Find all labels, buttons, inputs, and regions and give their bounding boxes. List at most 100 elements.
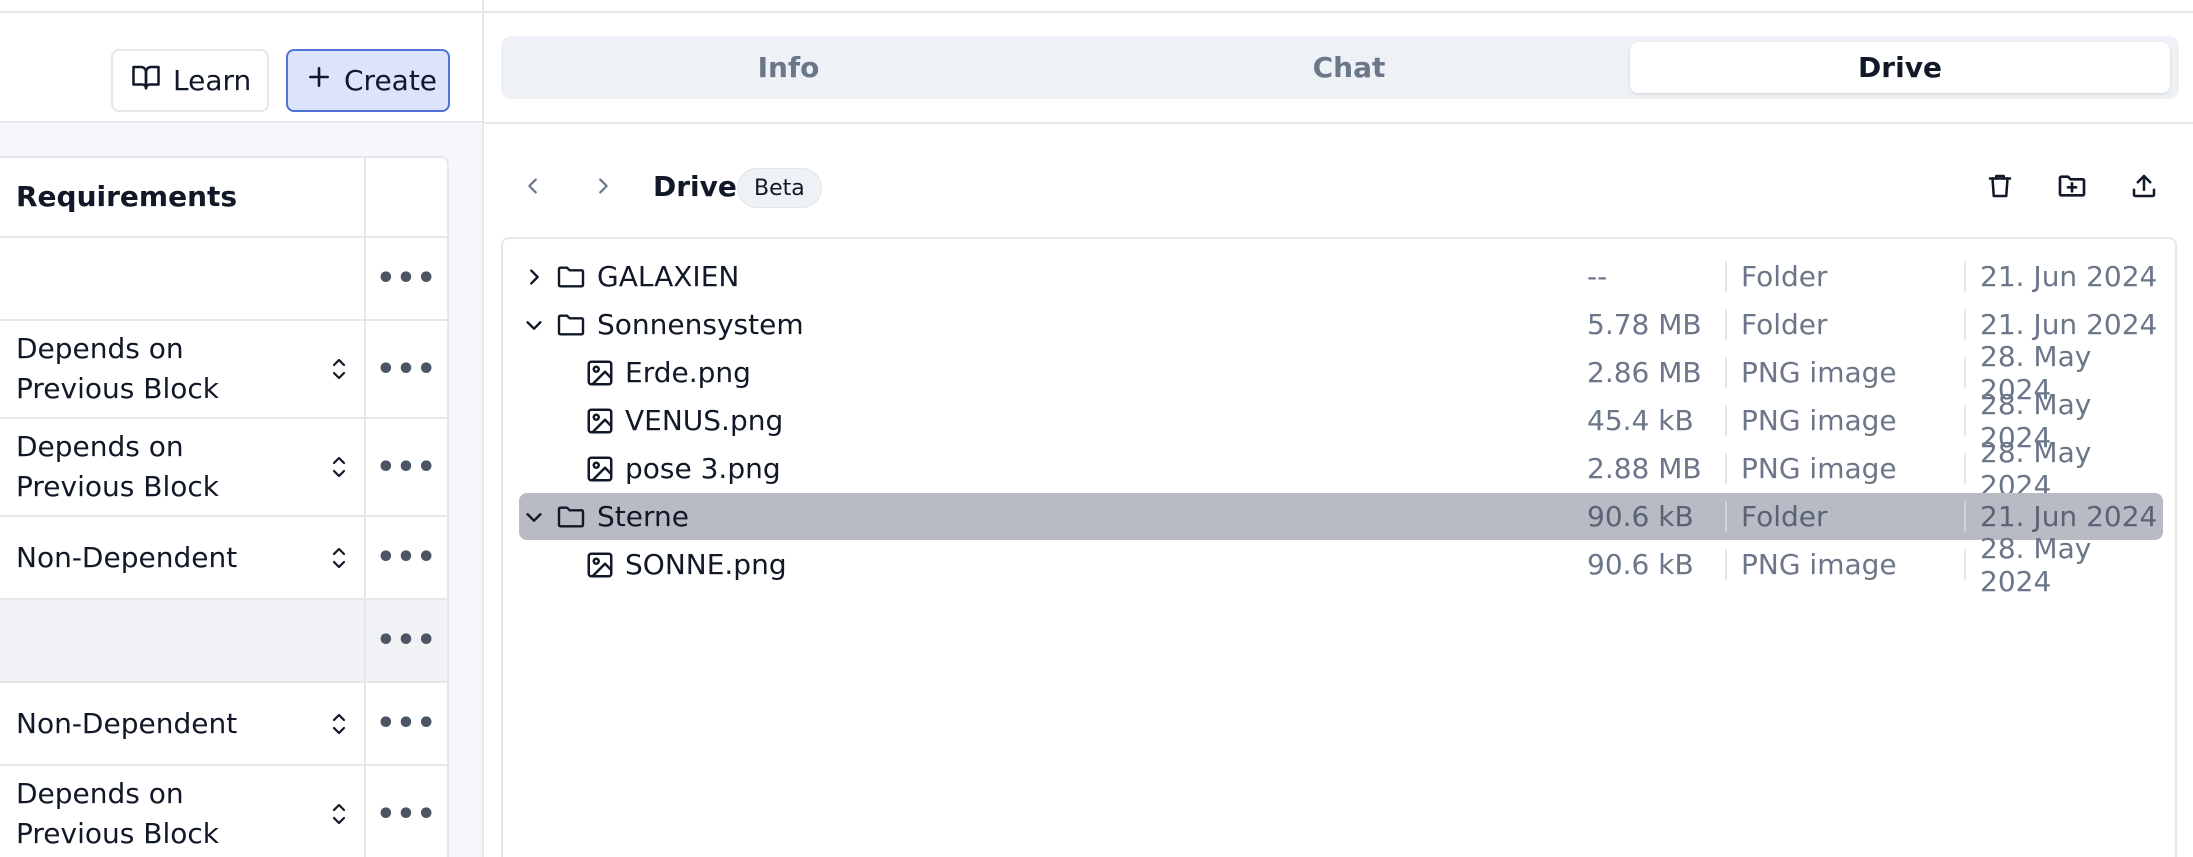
table-row: Depends on Previous Block ••• [0,419,447,517]
file-size: 2.86 MB [1587,356,1702,389]
file-browser: GALAXIEN -- Folder 21. Jun 2024 Sonnensystem… [501,237,2177,857]
upload-button[interactable] [2122,166,2166,210]
pane-divider[interactable] [482,0,484,857]
left-pane: Learn Create Requirements ••• Depends on … [0,0,484,857]
requirement-value: Depends on Previous Block [16,777,219,850]
file-row[interactable]: Sterne 90.6 kB Folder 21. Jun 2024 [519,493,2163,540]
tab-bar: Info Chat Drive [501,36,2179,99]
file-kind: PNG image [1725,356,1897,389]
chevron-up-down-icon [330,356,348,382]
delete-button[interactable] [1978,166,2022,210]
back-button[interactable] [513,168,553,208]
file-size: 2.88 MB [1587,452,1702,485]
file-kind: PNG image [1725,548,1897,581]
table-row: Non-Dependent ••• [0,683,447,766]
file-kind: PNG image [1725,404,1897,437]
file-row[interactable]: Erde.png 2.86 MB PNG image 28. May 2024 [519,340,2163,406]
file-row[interactable]: pose 3.png 2.88 MB PNG image 28. May 2024 [519,436,2163,502]
file-date: 21. Jun 2024 [1964,308,2157,341]
requirements-header: Requirements [16,180,238,213]
file-row[interactable]: VENUS.png 45.4 kB PNG image 28. May 2024 [519,388,2163,454]
chevron-down-icon[interactable] [523,506,545,528]
more-options-button[interactable]: ••• [376,261,437,296]
chevron-up-down-icon [330,545,348,571]
requirement-select[interactable]: Non-Dependent [0,683,366,764]
file-size: 90.6 kB [1587,548,1694,581]
file-kind: Folder [1725,500,1828,533]
more-options-button[interactable]: ••• [376,706,437,741]
file-name: pose 3.png [625,452,781,485]
file-date: 28. May 2024 [1964,340,2163,406]
plus-icon [306,64,332,97]
tab-drive[interactable]: Drive [1630,42,2170,93]
learn-button[interactable]: Learn [111,49,269,112]
requirement-select[interactable]: Depends on Previous Block [0,766,366,857]
requirement-select [0,600,366,681]
left-header: Learn Create [0,13,483,123]
book-icon [131,62,161,99]
file-name: SONNE.png [625,548,787,581]
image-file-icon [585,358,615,388]
file-name: Erde.png [625,356,751,389]
chevron-up-down-icon [330,801,348,827]
file-row[interactable]: Sonnensystem 5.78 MB Folder 21. Jun 2024 [519,301,2163,348]
file-row[interactable]: GALAXIEN -- Folder 21. Jun 2024 [519,253,2163,300]
requirement-value: Depends on Previous Block [16,332,219,405]
file-date: 21. Jun 2024 [1964,500,2157,533]
chevron-up-down-icon [330,454,348,480]
file-size: 45.4 kB [1587,404,1694,437]
file-size: 5.78 MB [1587,308,1702,341]
file-name: Sterne [597,500,689,533]
learn-button-label: Learn [173,64,252,97]
requirement-value: Non-Dependent [16,706,238,740]
table-row: Non-Dependent ••• [0,517,447,600]
requirement-select[interactable]: Depends on Previous Block [0,321,366,417]
chevron-right-icon [592,175,614,201]
file-date: 28. May 2024 [1964,532,2163,598]
file-name: GALAXIEN [597,260,740,293]
drive-toolbar: Drive Beta [501,160,2179,216]
table-row: Depends on Previous Block ••• [0,321,447,419]
file-name: Sonnensystem [597,308,804,341]
file-kind: Folder [1725,260,1828,293]
requirement-value: Depends on Previous Block [16,430,219,503]
chevron-up-down-icon [330,711,348,737]
trash-icon [1985,171,2015,205]
requirement-select[interactable]: Depends on Previous Block [0,419,366,515]
folder-plus-icon [2056,170,2088,206]
more-options-button[interactable]: ••• [376,352,437,387]
table-row: ••• [0,238,447,321]
tab-chat[interactable]: Chat [1074,42,1624,93]
image-file-icon [585,550,615,580]
image-file-icon [585,406,615,436]
requirement-select[interactable]: Non-Dependent [0,517,366,598]
new-folder-button[interactable] [2050,166,2094,210]
table-header-row: Requirements [0,158,447,238]
file-date: 21. Jun 2024 [1964,260,2157,293]
more-options-button[interactable]: ••• [376,540,437,575]
create-button-label: Create [344,64,438,97]
folder-icon [555,261,587,293]
more-options-button[interactable]: ••• [376,623,437,658]
upload-icon [2129,171,2159,205]
file-size: 90.6 kB [1587,500,1694,533]
chevron-down-icon[interactable] [523,314,545,336]
file-row[interactable]: SONNE.png 90.6 kB PNG image 28. May 2024 [519,532,2163,598]
file-size: -- [1587,260,1608,293]
create-button[interactable]: Create [286,49,450,112]
tab-info[interactable]: Info [501,42,1076,93]
forward-button[interactable] [583,168,623,208]
chevron-right-icon[interactable] [523,266,545,288]
more-options-button[interactable]: ••• [376,450,437,485]
folder-icon [555,309,587,341]
image-file-icon [585,454,615,484]
more-options-button[interactable]: ••• [376,797,437,832]
folder-icon [555,501,587,533]
header-divider [484,122,2193,124]
table-row: ••• [0,600,447,683]
file-date: 28. May 2024 [1964,436,2163,502]
drive-title: Drive [653,170,737,203]
beta-badge: Beta [737,168,822,208]
chevron-left-icon [522,175,544,201]
file-name: VENUS.png [625,404,784,437]
